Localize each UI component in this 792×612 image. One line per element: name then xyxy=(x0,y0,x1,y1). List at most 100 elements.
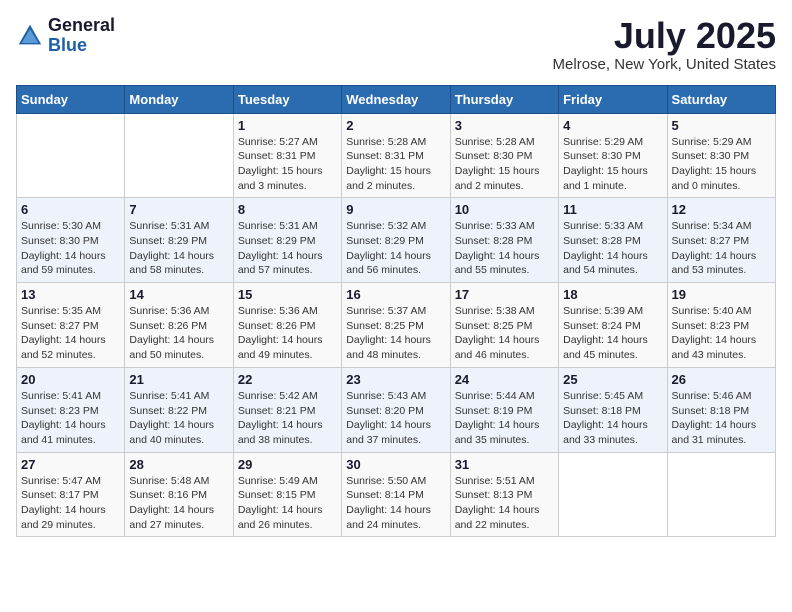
calendar-cell: 20 Sunrise: 5:41 AMSunset: 8:23 PMDayligh… xyxy=(17,367,125,452)
day-info: Sunrise: 5:42 AMSunset: 8:21 PMDaylight:… xyxy=(238,389,337,448)
calendar-cell xyxy=(17,113,125,198)
calendar-cell: 24 Sunrise: 5:44 AMSunset: 8:19 PMDayligh… xyxy=(450,367,558,452)
day-info: Sunrise: 5:31 AMSunset: 8:29 PMDaylight:… xyxy=(129,219,228,278)
day-number: 6 xyxy=(21,202,120,217)
day-info: Sunrise: 5:41 AMSunset: 8:22 PMDaylight:… xyxy=(129,389,228,448)
day-info: Sunrise: 5:40 AMSunset: 8:23 PMDaylight:… xyxy=(672,304,771,363)
calendar-cell: 10 Sunrise: 5:33 AMSunset: 8:28 PMDayligh… xyxy=(450,198,558,283)
day-number: 31 xyxy=(455,457,554,472)
day-number: 14 xyxy=(129,287,228,302)
day-number: 12 xyxy=(672,202,771,217)
day-info: Sunrise: 5:48 AMSunset: 8:16 PMDaylight:… xyxy=(129,474,228,533)
calendar-cell: 1 Sunrise: 5:27 AMSunset: 8:31 PMDaylight… xyxy=(233,113,341,198)
day-number: 20 xyxy=(21,372,120,387)
day-number: 7 xyxy=(129,202,228,217)
day-info: Sunrise: 5:33 AMSunset: 8:28 PMDaylight:… xyxy=(455,219,554,278)
calendar-cell: 9Sunrise: 5:32 AMSunset: 8:29 PMDaylight… xyxy=(342,198,450,283)
day-info: Sunrise: 5:33 AMSunset: 8:28 PMDaylight:… xyxy=(563,219,662,278)
page-header: General Blue July 2025 Melrose, New York… xyxy=(16,16,776,73)
week-row-4: 20 Sunrise: 5:41 AMSunset: 8:23 PMDayligh… xyxy=(17,367,776,452)
calendar-cell: 3Sunrise: 5:28 AMSunset: 8:30 PMDaylight… xyxy=(450,113,558,198)
title-block: July 2025 Melrose, New York, United Stat… xyxy=(553,16,776,73)
day-info: Sunrise: 5:36 AMSunset: 8:26 PMDaylight:… xyxy=(129,304,228,363)
calendar-cell: 18Sunrise: 5:39 AMSunset: 8:24 PMDayligh… xyxy=(559,283,667,368)
weekday-header-monday: Monday xyxy=(125,85,233,113)
weekday-header-wednesday: Wednesday xyxy=(342,85,450,113)
day-number: 21 xyxy=(129,372,228,387)
week-row-1: 1 Sunrise: 5:27 AMSunset: 8:31 PMDaylight… xyxy=(17,113,776,198)
calendar-table: SundayMondayTuesdayWednesdayThursdayFrid… xyxy=(16,85,776,538)
day-number: 4 xyxy=(563,118,662,133)
day-number: 8 xyxy=(238,202,337,217)
calendar-cell: 30Sunrise: 5:50 AMSunset: 8:14 PMDayligh… xyxy=(342,452,450,537)
calendar-cell: 27 Sunrise: 5:47 AMSunset: 8:17 PMDayligh… xyxy=(17,452,125,537)
calendar-cell: 7 Sunrise: 5:31 AMSunset: 8:29 PMDaylight… xyxy=(125,198,233,283)
calendar-cell: 6 Sunrise: 5:30 AMSunset: 8:30 PMDaylight… xyxy=(17,198,125,283)
calendar-cell: 13Sunrise: 5:35 AMSunset: 8:27 PMDayligh… xyxy=(17,283,125,368)
day-info: Sunrise: 5:47 AMSunset: 8:17 PMDaylight:… xyxy=(21,474,120,533)
day-number: 24 xyxy=(455,372,554,387)
day-number: 10 xyxy=(455,202,554,217)
calendar-cell: 31 Sunrise: 5:51 AMSunset: 8:13 PMDayligh… xyxy=(450,452,558,537)
day-info: Sunrise: 5:44 AMSunset: 8:19 PMDaylight:… xyxy=(455,389,554,448)
calendar-cell xyxy=(667,452,775,537)
day-info: Sunrise: 5:45 AMSunset: 8:18 PMDaylight:… xyxy=(563,389,662,448)
day-info: Sunrise: 5:50 AMSunset: 8:14 PMDaylight:… xyxy=(346,474,445,533)
logo: General Blue xyxy=(16,16,115,56)
weekday-header-row: SundayMondayTuesdayWednesdayThursdayFrid… xyxy=(17,85,776,113)
day-info: Sunrise: 5:28 AMSunset: 8:30 PMDaylight:… xyxy=(455,135,554,194)
day-number: 25 xyxy=(563,372,662,387)
logo-general-text: General xyxy=(48,16,115,36)
day-info: Sunrise: 5:28 AMSunset: 8:31 PMDaylight:… xyxy=(346,135,445,194)
calendar-cell: 12 Sunrise: 5:34 AMSunset: 8:27 PMDayligh… xyxy=(667,198,775,283)
day-number: 15 xyxy=(238,287,337,302)
day-number: 11 xyxy=(563,202,662,217)
day-info: Sunrise: 5:29 AMSunset: 8:30 PMDaylight:… xyxy=(672,135,771,194)
day-number: 1 xyxy=(238,118,337,133)
calendar-cell: 8 Sunrise: 5:31 AMSunset: 8:29 PMDaylight… xyxy=(233,198,341,283)
day-info: Sunrise: 5:29 AMSunset: 8:30 PMDaylight:… xyxy=(563,135,662,194)
calendar-cell: 28 Sunrise: 5:48 AMSunset: 8:16 PMDayligh… xyxy=(125,452,233,537)
calendar-cell: 2 Sunrise: 5:28 AMSunset: 8:31 PMDaylight… xyxy=(342,113,450,198)
calendar-cell: 22Sunrise: 5:42 AMSunset: 8:21 PMDayligh… xyxy=(233,367,341,452)
day-number: 9 xyxy=(346,202,445,217)
weekday-header-saturday: Saturday xyxy=(667,85,775,113)
calendar-cell: 26 Sunrise: 5:46 AMSunset: 8:18 PMDayligh… xyxy=(667,367,775,452)
calendar-cell: 21 Sunrise: 5:41 AMSunset: 8:22 PMDayligh… xyxy=(125,367,233,452)
calendar-cell: 17 Sunrise: 5:38 AMSunset: 8:25 PMDayligh… xyxy=(450,283,558,368)
day-number: 2 xyxy=(346,118,445,133)
day-info: Sunrise: 5:31 AMSunset: 8:29 PMDaylight:… xyxy=(238,219,337,278)
calendar-cell xyxy=(125,113,233,198)
day-info: Sunrise: 5:51 AMSunset: 8:13 PMDaylight:… xyxy=(455,474,554,533)
day-number: 23 xyxy=(346,372,445,387)
subtitle: Melrose, New York, United States xyxy=(553,56,776,73)
weekday-header-friday: Friday xyxy=(559,85,667,113)
day-number: 16 xyxy=(346,287,445,302)
day-number: 17 xyxy=(455,287,554,302)
day-info: Sunrise: 5:46 AMSunset: 8:18 PMDaylight:… xyxy=(672,389,771,448)
week-row-2: 6 Sunrise: 5:30 AMSunset: 8:30 PMDaylight… xyxy=(17,198,776,283)
day-number: 19 xyxy=(672,287,771,302)
day-number: 13 xyxy=(21,287,120,302)
logo-icon xyxy=(16,22,44,50)
day-number: 28 xyxy=(129,457,228,472)
day-number: 26 xyxy=(672,372,771,387)
calendar-cell: 25 Sunrise: 5:45 AMSunset: 8:18 PMDayligh… xyxy=(559,367,667,452)
day-info: Sunrise: 5:30 AMSunset: 8:30 PMDaylight:… xyxy=(21,219,120,278)
day-info: Sunrise: 5:34 AMSunset: 8:27 PMDaylight:… xyxy=(672,219,771,278)
day-info: Sunrise: 5:36 AMSunset: 8:26 PMDaylight:… xyxy=(238,304,337,363)
main-title: July 2025 xyxy=(553,16,776,56)
calendar-cell: 16Sunrise: 5:37 AMSunset: 8:25 PMDayligh… xyxy=(342,283,450,368)
day-info: Sunrise: 5:49 AMSunset: 8:15 PMDaylight:… xyxy=(238,474,337,533)
day-number: 5 xyxy=(672,118,771,133)
day-info: Sunrise: 5:41 AMSunset: 8:23 PMDaylight:… xyxy=(21,389,120,448)
logo-blue-text: Blue xyxy=(48,36,115,56)
day-info: Sunrise: 5:38 AMSunset: 8:25 PMDaylight:… xyxy=(455,304,554,363)
calendar-cell: 5 Sunrise: 5:29 AMSunset: 8:30 PMDaylight… xyxy=(667,113,775,198)
calendar-cell xyxy=(559,452,667,537)
day-number: 18 xyxy=(563,287,662,302)
day-number: 27 xyxy=(21,457,120,472)
day-info: Sunrise: 5:27 AMSunset: 8:31 PMDaylight:… xyxy=(238,135,337,194)
calendar-cell: 23 Sunrise: 5:43 AMSunset: 8:20 PMDayligh… xyxy=(342,367,450,452)
day-info: Sunrise: 5:43 AMSunset: 8:20 PMDaylight:… xyxy=(346,389,445,448)
